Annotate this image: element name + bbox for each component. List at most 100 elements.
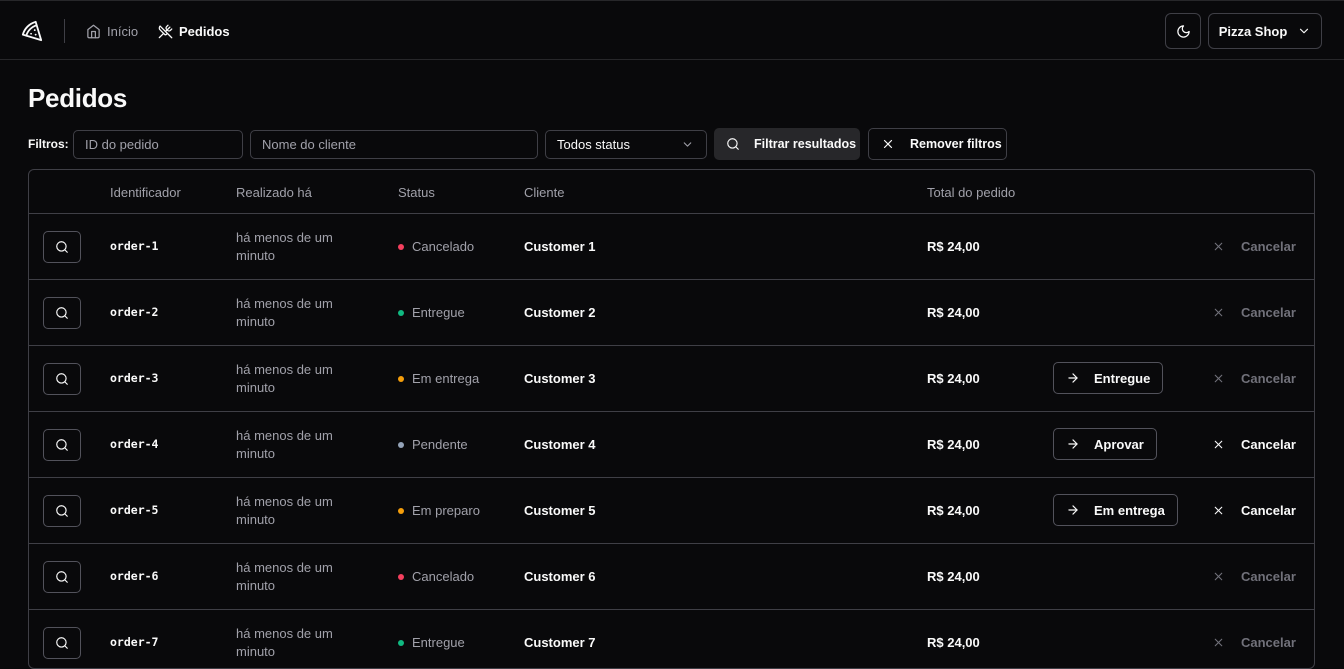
order-id: order-2 — [110, 305, 159, 319]
column-header-customer: Cliente — [524, 185, 565, 200]
cancel-order-label: Cancelar — [1241, 437, 1296, 452]
table-header: Identificador Realizado há Status Client… — [29, 170, 1314, 214]
close-icon — [1214, 506, 1223, 515]
table-row: order-6 há menos de um minuto Cancelado Cus… — [29, 544, 1314, 610]
order-details-button[interactable] — [43, 627, 81, 659]
order-details-button[interactable] — [43, 363, 81, 395]
status-label: Cancelado — [412, 239, 475, 254]
order-details-button[interactable] — [43, 297, 81, 329]
status-filter-select[interactable]: Todos status — [545, 130, 707, 159]
close-icon — [1214, 374, 1223, 383]
cancel-order-label: Cancelar — [1241, 239, 1296, 254]
cancel-order-button[interactable]: Cancelar — [1212, 437, 1296, 452]
top-bar: Início Pedidos Pizza Shop — [0, 0, 1344, 60]
arrow-right-icon — [1068, 373, 1078, 383]
status-label: Em entrega — [412, 371, 480, 386]
column-header-id: Identificador — [110, 185, 181, 200]
status-label: Entregue — [412, 305, 465, 320]
page-title: Pedidos — [28, 83, 128, 113]
table-row: order-2 há menos de um minuto Entregue Cust… — [29, 280, 1314, 346]
order-placed-time: há menos de um minuto — [236, 296, 333, 329]
clear-filters-label: Remover filtros — [910, 137, 1002, 151]
status-label: Pendente — [412, 437, 468, 452]
arrow-right-icon — [1068, 439, 1078, 449]
column-header-placed: Realizado há — [236, 185, 312, 200]
pizza-logo-icon[interactable] — [21, 20, 43, 42]
order-total: R$ 24,00 — [927, 503, 980, 518]
table-row: order-4 há menos de um minuto Pendente Cust… — [29, 412, 1314, 478]
store-menu-button[interactable]: Pizza Shop — [1208, 13, 1322, 49]
order-status: Entregue — [398, 305, 465, 320]
status-dot — [398, 507, 404, 514]
cancel-order-button[interactable]: Cancelar — [1212, 569, 1296, 584]
order-id: order-4 — [110, 437, 159, 451]
order-placed-time: há menos de um minuto — [236, 362, 333, 395]
nav-link-label: Pedidos — [179, 23, 230, 39]
status-dot — [398, 243, 404, 250]
advance-status-button[interactable]: Entregue — [1053, 362, 1164, 394]
chevron-down-icon — [683, 142, 692, 147]
close-icon — [1214, 440, 1223, 449]
order-status: Cancelado — [398, 239, 474, 254]
order-details-button[interactable] — [43, 231, 81, 263]
orders-table: Identificador Realizado há Status Client… — [28, 169, 1315, 669]
order-total: R$ 24,00 — [927, 569, 980, 584]
customer-name: Customer 2 — [524, 305, 596, 320]
cancel-order-button[interactable]: Cancelar — [1212, 503, 1296, 518]
status-label: Cancelado — [412, 569, 475, 584]
order-placed-time: há menos de um minuto — [236, 494, 333, 527]
order-details-button[interactable] — [43, 495, 81, 527]
advance-status-label: Aprovar — [1094, 436, 1144, 452]
order-id-filter-input[interactable] — [73, 130, 243, 159]
customer-name: Customer 4 — [524, 437, 596, 452]
cancel-order-label: Cancelar — [1241, 371, 1296, 386]
theme-toggle-button[interactable] — [1165, 13, 1201, 49]
nav-link-orders[interactable]: Pedidos — [158, 22, 230, 40]
customer-name: Customer 7 — [524, 635, 596, 650]
search-icon — [56, 505, 68, 517]
order-details-button[interactable] — [43, 429, 81, 461]
order-id: order-3 — [110, 371, 159, 385]
close-icon — [1214, 308, 1223, 317]
filters-label: Filtros: — [28, 137, 69, 151]
search-icon — [56, 307, 68, 319]
column-header-total: Total do pedido — [927, 185, 1016, 200]
cancel-order-button[interactable]: Cancelar — [1212, 635, 1296, 650]
order-id: order-1 — [110, 239, 159, 253]
search-icon — [56, 637, 68, 649]
order-status: Em preparo — [398, 503, 480, 518]
order-placed-time: há menos de um minuto — [236, 428, 333, 461]
advance-status-button[interactable]: Aprovar — [1053, 428, 1157, 460]
search-icon — [56, 439, 68, 451]
cancel-order-label: Cancelar — [1241, 635, 1296, 650]
advance-status-button[interactable]: Em entrega — [1053, 494, 1178, 526]
search-icon — [56, 373, 68, 385]
close-icon — [1214, 242, 1223, 251]
customer-name: Customer 3 — [524, 371, 596, 386]
cancel-order-button[interactable]: Cancelar — [1212, 239, 1296, 254]
status-dot — [398, 573, 404, 580]
nav-divider — [64, 19, 65, 43]
nav-link-home[interactable]: Início — [86, 22, 138, 40]
customer-name: Customer 1 — [524, 239, 596, 254]
home-icon — [87, 24, 100, 38]
cancel-order-button[interactable]: Cancelar — [1212, 305, 1296, 320]
search-icon — [727, 138, 739, 150]
order-total: R$ 24,00 — [927, 437, 980, 452]
utensils-icon — [158, 24, 173, 38]
order-total: R$ 24,00 — [927, 239, 980, 254]
table-row: order-5 há menos de um minuto Em preparo Cu… — [29, 478, 1314, 544]
customer-name-filter-input[interactable] — [250, 130, 538, 159]
customer-name: Customer 5 — [524, 503, 596, 518]
cancel-order-button[interactable]: Cancelar — [1212, 371, 1296, 386]
order-placed-time: há menos de um minuto — [236, 230, 333, 263]
apply-filters-label: Filtrar resultados — [754, 137, 857, 151]
clear-filters-button[interactable]: Remover filtros — [868, 128, 1007, 160]
customer-name: Customer 6 — [524, 569, 596, 584]
order-total: R$ 24,00 — [927, 371, 980, 386]
order-total: R$ 24,00 — [927, 305, 980, 320]
order-details-button[interactable] — [43, 561, 81, 593]
apply-filters-button[interactable]: Filtrar resultados — [714, 128, 860, 160]
close-icon — [1214, 572, 1223, 581]
close-icon — [1214, 638, 1223, 647]
